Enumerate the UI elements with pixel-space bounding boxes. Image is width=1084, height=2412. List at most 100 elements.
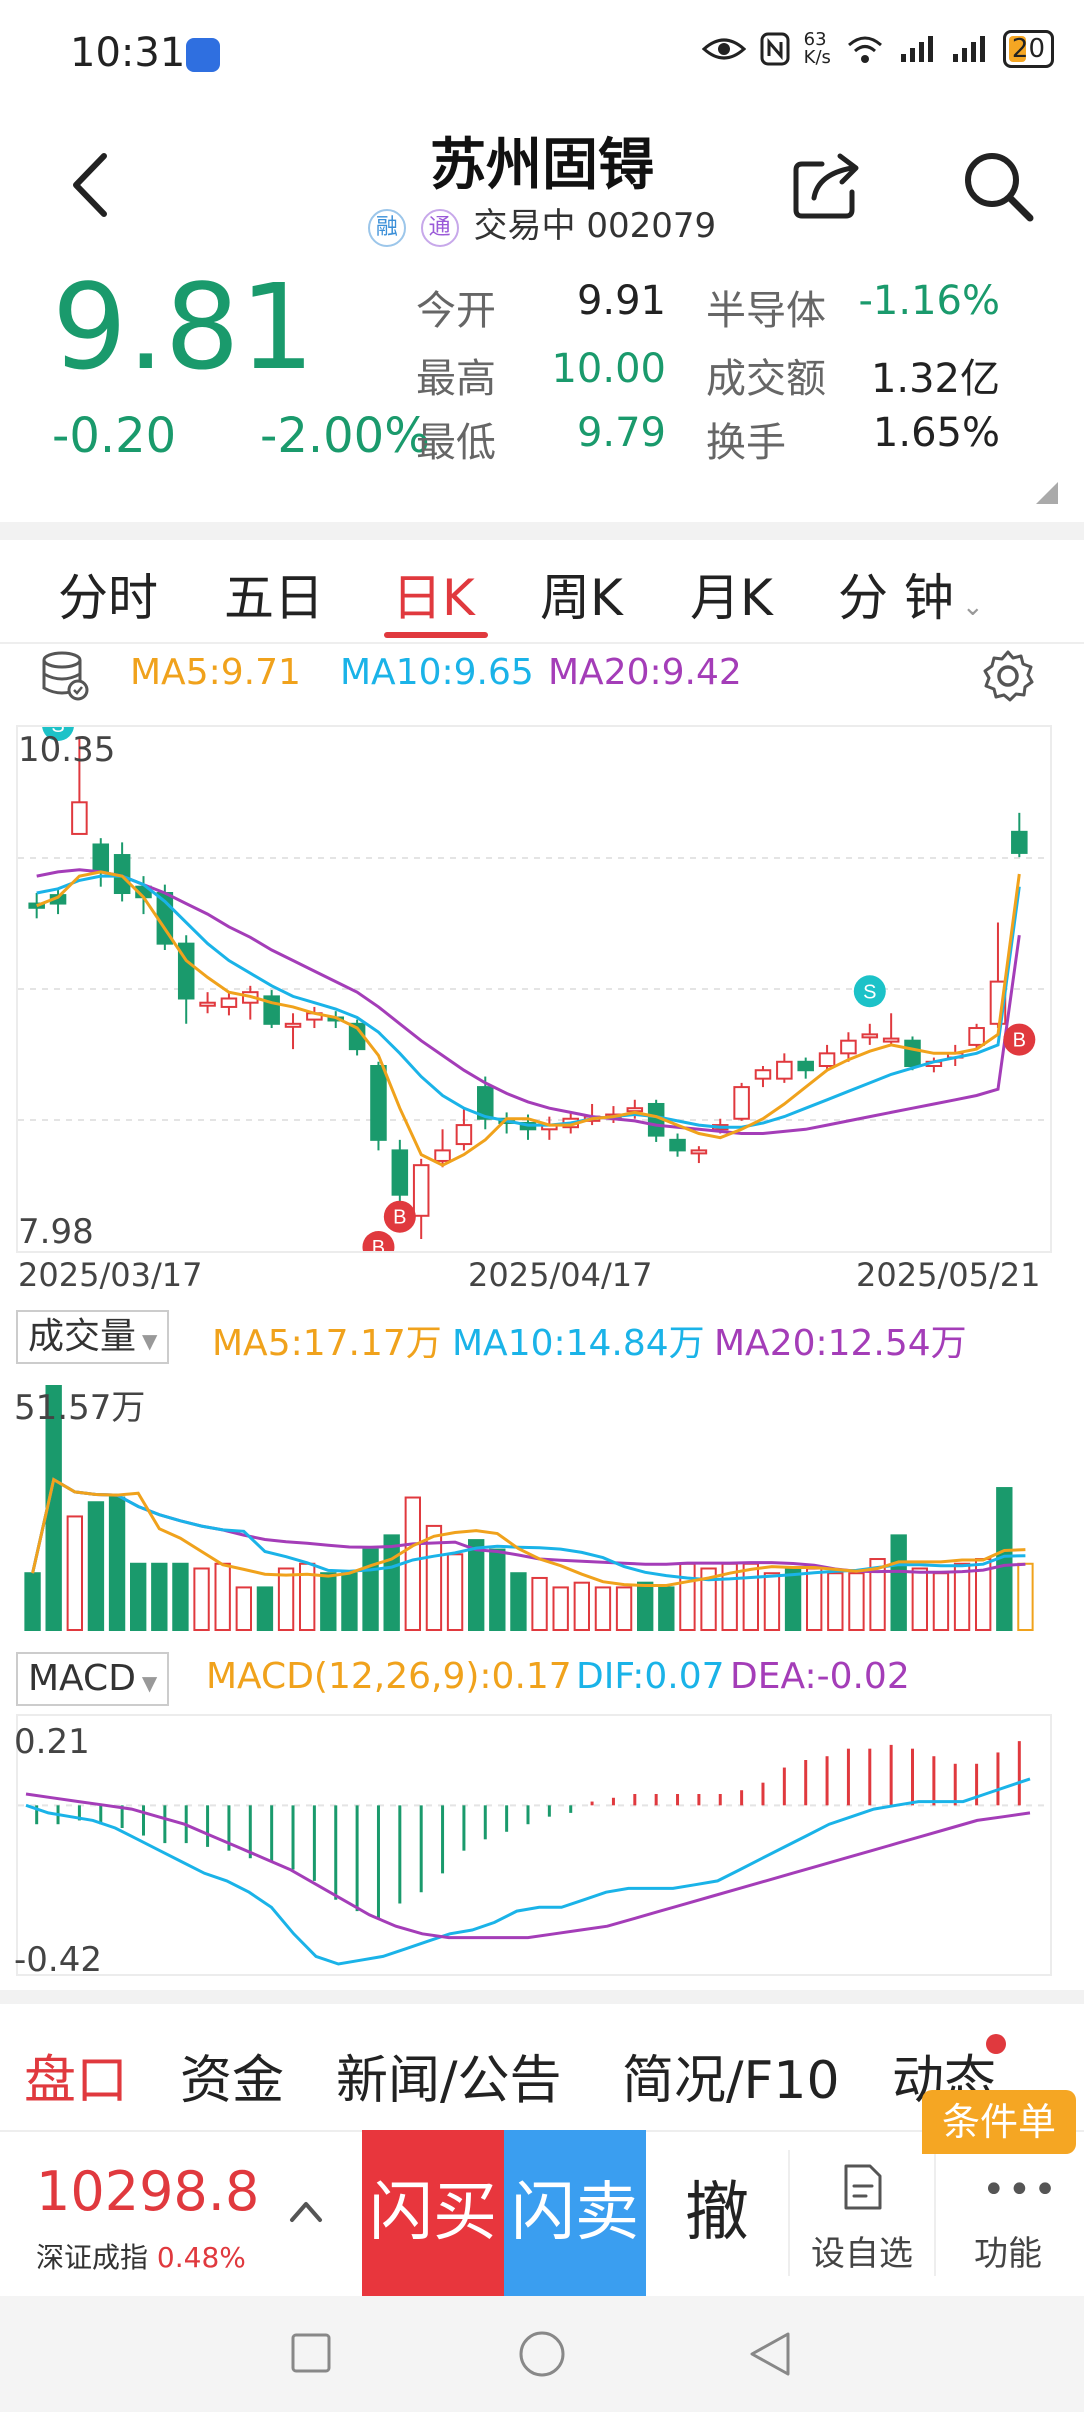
candle-body [92,843,110,873]
turnover-value: 1.65% [872,410,1000,456]
tab-handicap[interactable]: 盘口 [24,2038,128,2113]
candle-body [391,1149,409,1196]
active-tab-indicator [384,632,488,638]
high-label: 最高 [416,356,496,402]
more-functions-button[interactable]: ••• 功能 [938,2150,1078,2280]
sector-change: -1.16% [858,278,1000,324]
add-watchlist-button[interactable]: 设自选 [792,2150,932,2280]
quick-sell-button[interactable]: 闪卖 [504,2130,646,2296]
quick-buy-button[interactable]: 闪买 [362,2130,504,2296]
volume-bar [383,1534,400,1631]
candle-body [412,1164,430,1217]
candle-body [284,1022,302,1028]
expand-corner-icon[interactable] [1036,482,1058,504]
candle-body [455,1124,473,1146]
date-start: 2025/03/17 [18,1256,203,1294]
candle-body [968,1027,985,1046]
price-change: -0.20 [52,408,177,464]
ma10-label: MA10:9.65 [340,652,534,693]
sector-label[interactable]: 半导体 [706,278,826,336]
tab-intraday[interactable]: 分时 [58,558,158,630]
dif-value: DIF:0.07 [576,1656,725,1697]
more-dots-icon: ••• [982,2167,1059,2213]
home-icon[interactable] [518,2330,566,2378]
tab-funds[interactable]: 资金 [180,2038,284,2113]
divider [788,2150,790,2276]
candle-body [199,1001,216,1007]
tab-five-day[interactable]: 五日 [224,558,324,630]
tab-weekly-k[interactable]: 周K [540,558,623,630]
wifi-icon [847,36,882,63]
macd-plot [18,1741,1050,1966]
volume-bar [404,1496,421,1631]
recent-apps-icon[interactable] [290,2332,332,2374]
volume-plot [24,1385,1034,1632]
volume-indicator-select[interactable]: 成交量 ▼ [16,1310,170,1364]
tab-minute[interactable]: 分 钟 ⌄ [838,558,984,630]
tab-news[interactable]: 新闻/公告 [336,2038,562,2113]
macd-indicator-select[interactable]: MACD ▼ [16,1652,170,1706]
ma20-label: MA20:9.42 [548,652,742,693]
tab-profile[interactable]: 简况/F10 [622,2038,840,2113]
caret-down-icon: ▼ [141,1671,158,1695]
conditional-order-tag[interactable]: 条件单 [922,2090,1076,2154]
volume-bar [763,1572,781,1632]
volume-chart[interactable] [16,1370,1052,1634]
cancel-order-button[interactable]: 撤 [646,2130,788,2296]
marker-label: B [393,1207,406,1229]
marker-label: S [863,981,876,1003]
turnover-label: 换手 [706,420,786,466]
volume-bar [890,1534,907,1631]
vol-ma5-label: MA5:17.17万 [212,1323,442,1364]
volume-bar [1017,1562,1034,1631]
candle-body [797,1060,814,1072]
index-pct: 0.48% [156,2241,246,2274]
back-nav-icon[interactable] [748,2330,792,2378]
eye-icon [701,38,746,60]
dea-value: DEA:-0.02 [730,1656,910,1697]
tab-daily-k[interactable]: 日K [392,558,475,630]
tab-monthly-k[interactable]: 月K [690,558,773,630]
volume-bar [214,1562,231,1631]
date-end: 2025/05/21 [856,1256,1041,1294]
volume-bar [87,1501,105,1631]
add-watchlist-label: 设自选 [811,2234,913,2274]
candle-body [904,1039,921,1068]
stock-code: 002079 [586,206,717,246]
index-value[interactable]: 10298.8 [36,2160,259,2223]
volume-bar [130,1562,147,1631]
gear-icon[interactable] [980,648,1036,704]
chevron-down-icon: ⌄ [961,592,984,622]
database-icon[interactable] [40,650,90,702]
chevron-up-icon[interactable] [286,2196,326,2226]
vol-ma20-label: MA20:12.54万 [714,1323,967,1364]
candlestick-chart[interactable]: SBBSB [16,725,1052,1253]
candle-body [861,1033,879,1039]
price-change-pct: -2.00% [260,408,430,464]
stock-subtitle: 融 通 交易中 002079 [0,198,1084,247]
volume-bar [151,1562,168,1631]
volume-bar [108,1496,126,1631]
volume-bar [66,1515,83,1631]
volume-bar [552,1586,569,1631]
amount-label: 成交额 [706,356,826,402]
trading-status: 交易中 [473,206,576,246]
open-label: 今开 [416,288,496,334]
search-icon[interactable] [960,148,1036,224]
candle-body [71,801,88,835]
volume-bar [679,1562,696,1631]
candle-body [626,1107,644,1113]
low-value: 9.79 [576,410,666,456]
date-mid: 2025/04/17 [468,1256,653,1294]
share-icon[interactable] [792,150,864,220]
open-value: 9.91 [576,278,666,324]
connect-badge: 通 [420,208,459,247]
caret-down-icon: ▼ [142,1329,158,1353]
volume-bar [911,1567,928,1631]
net-speed-unit: K/s [803,47,831,68]
candle-body [370,1065,387,1141]
divider [0,522,1084,540]
candle-body [754,1069,772,1080]
macd-chart[interactable] [16,1714,1052,1976]
y-max-label: 10.35 [18,730,116,770]
